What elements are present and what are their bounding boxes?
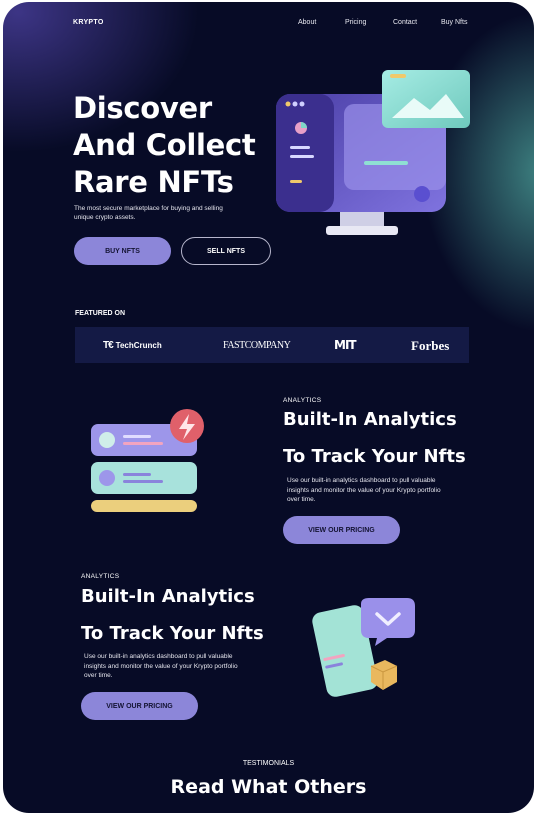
fastcompany-logo: FASTCOMPANY bbox=[223, 340, 291, 351]
monitor-illustration-icon bbox=[276, 70, 470, 235]
sell-nfts-button[interactable]: SELL NFTS bbox=[181, 237, 271, 265]
buy-nfts-button[interactable]: BUY NFTS bbox=[74, 237, 171, 265]
section2-eyebrow: ANALYTICS bbox=[81, 573, 120, 580]
section2-title-line1: Built-In Analytics bbox=[81, 586, 255, 607]
techcrunch-logo: T€ TechCrunch bbox=[103, 340, 162, 351]
nav-pricing[interactable]: Pricing bbox=[345, 19, 366, 26]
featured-label: FEATURED ON bbox=[75, 310, 126, 317]
nav-buy-nfts[interactable]: Buy Nfts bbox=[441, 19, 467, 26]
brand-logo[interactable]: KRYPTO bbox=[73, 19, 104, 26]
section1-title-line1: Built-In Analytics bbox=[283, 409, 457, 430]
techcrunch-logo-text: TechCrunch bbox=[115, 341, 162, 350]
mit-logo: MIT bbox=[334, 338, 357, 352]
phone-chat-illustration-icon bbox=[312, 598, 415, 697]
techcrunch-mark-icon: T€ bbox=[103, 340, 114, 351]
hero-title-line: Discover bbox=[73, 91, 212, 125]
section2-title-line2: To Track Your Nfts bbox=[81, 623, 264, 644]
hero-title-line: Rare NFTs bbox=[73, 165, 234, 199]
section1-text: Use our built-in analytics dashboard to … bbox=[287, 477, 441, 503]
forbes-logo: Forbes bbox=[411, 338, 450, 353]
nav-about[interactable]: About bbox=[298, 19, 316, 26]
hero-title-line: And Collect bbox=[73, 128, 256, 162]
analytics-cards-illustration-icon bbox=[91, 409, 204, 512]
section2-text: Use our built-in analytics dashboard to … bbox=[84, 653, 238, 679]
page-frame: KRYPTO About Pricing Contact Buy Nfts Di… bbox=[3, 2, 534, 813]
section1-view-pricing-button[interactable]: VIEW OUR PRICING bbox=[283, 516, 400, 544]
nav-contact[interactable]: Contact bbox=[393, 19, 417, 26]
testimonials-eyebrow: TESTIMONIALS bbox=[242, 760, 295, 767]
testimonials-title: Read What Others bbox=[170, 776, 367, 798]
section1-title-line2: To Track Your Nfts bbox=[283, 446, 466, 467]
section2-view-pricing-button[interactable]: VIEW OUR PRICING bbox=[81, 692, 198, 720]
hero-title: Discover And Collect Rare NFTs bbox=[73, 90, 256, 201]
hero-subtitle: The most secure marketplace for buying a… bbox=[74, 205, 223, 221]
section1-eyebrow: ANALYTICS bbox=[283, 397, 322, 404]
